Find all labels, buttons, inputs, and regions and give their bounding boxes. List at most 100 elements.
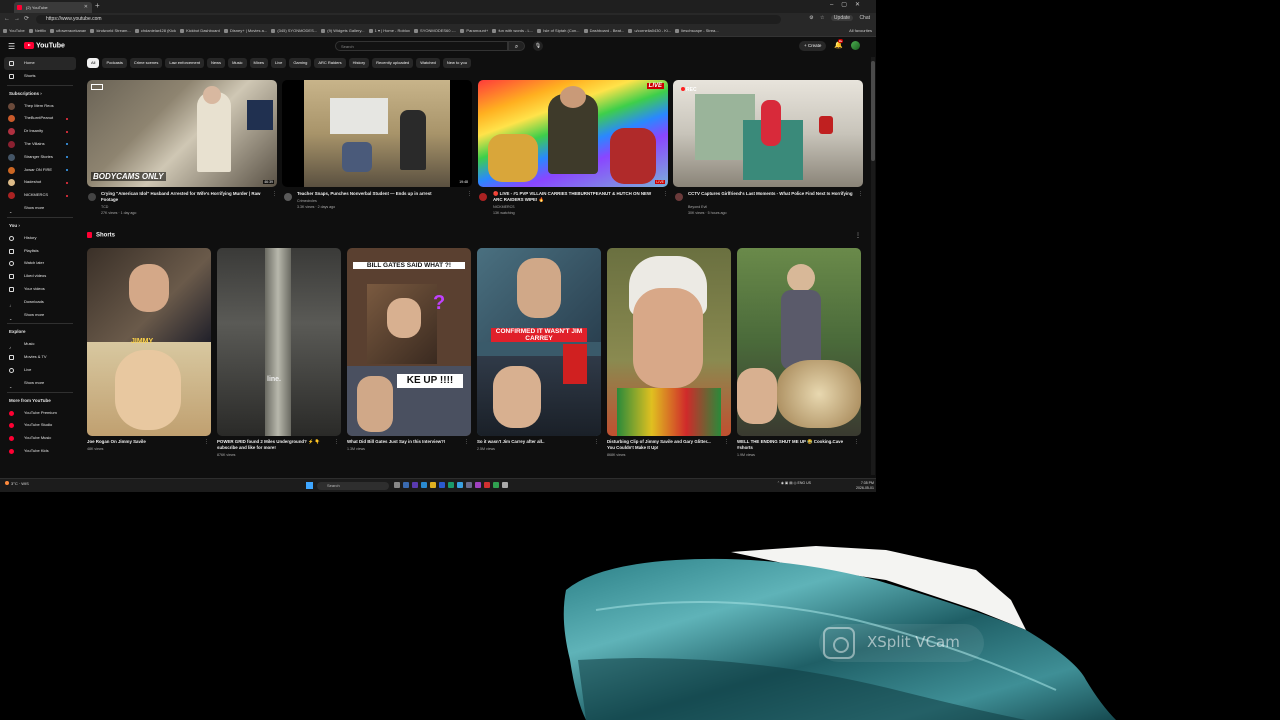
bookmark[interactable]: YouTube xyxy=(3,26,25,36)
sidebar-item-movies[interactable]: Movies & TV xyxy=(4,351,76,364)
sidebar-channel[interactable]: The Villains xyxy=(4,138,76,151)
sidebar-channel[interactable]: Dr Insanity xyxy=(4,125,76,138)
video-thumbnail[interactable]: 19:48 xyxy=(282,80,472,187)
bookmark[interactable]: Isle of Siptah (Con... xyxy=(537,26,580,36)
chip[interactable]: Recently uploaded xyxy=(372,58,414,68)
more-options-icon[interactable]: ⋮ xyxy=(464,439,469,445)
notifications-bell-icon[interactable]: 🔔 9+ xyxy=(834,39,844,49)
channel-avatar[interactable] xyxy=(284,193,292,201)
sidebar-item-watch-later[interactable]: Watch later xyxy=(4,257,76,270)
more-options-icon[interactable]: ⋮ xyxy=(594,439,599,445)
chip[interactable]: Gaming xyxy=(289,58,312,68)
sidebar-channel[interactable]: Thep Mem Reos xyxy=(4,100,76,113)
chip[interactable]: Law enforcement xyxy=(165,58,205,68)
chip[interactable]: History xyxy=(348,58,370,68)
bookmark[interactable]: Netflix xyxy=(28,26,46,36)
sidebar-item-live[interactable]: Live xyxy=(4,364,76,377)
clock[interactable]: 7:35 PM 2026-05-01 xyxy=(856,481,874,491)
you-heading[interactable]: You › xyxy=(4,220,76,232)
chip[interactable]: New to you xyxy=(442,58,471,68)
chat-button[interactable]: Chat xyxy=(859,15,870,21)
short-title[interactable]: Disturbing Clip of Jimmy Savile and Gary… xyxy=(607,439,719,451)
chip[interactable]: Music xyxy=(228,58,247,68)
edge-browser-icon[interactable] xyxy=(448,482,454,488)
sidebar-channel[interactable]: Jowar ON FIRE xyxy=(4,164,76,177)
sidebar-item-studio[interactable]: YouTube Studio xyxy=(4,419,76,432)
sidebar-item-downloads[interactable]: ↓ Downloads xyxy=(4,296,76,309)
browser-tab[interactable]: (2) YouTube ✕ xyxy=(14,2,92,13)
video-thumbnail[interactable]: LIVE LIVE xyxy=(478,80,668,187)
video-title[interactable]: Crying "American Idol" Husband Arrested … xyxy=(101,191,271,203)
sidebar-item-shorts[interactable]: Shorts xyxy=(4,70,76,83)
language-indicator[interactable]: ENG US xyxy=(798,481,811,485)
more-options-icon[interactable]: ⋮ xyxy=(272,191,277,197)
sidebar-item-home[interactable]: Home xyxy=(4,57,76,70)
bookmark[interactable]: ufloweracekanan xyxy=(50,26,86,36)
search-icon[interactable]: ⌕ xyxy=(508,41,525,51)
favorites-icon[interactable]: ☆ xyxy=(820,15,824,21)
chip[interactable]: Live xyxy=(270,58,287,68)
bookmark[interactable]: SYONMODES60 -... xyxy=(414,26,456,36)
avatar[interactable] xyxy=(851,41,860,50)
bookmark[interactable]: 1 ▾ | Home - Roblox xyxy=(368,26,410,36)
video-channel[interactable]: Beyond Evil xyxy=(688,205,707,210)
more-options-icon[interactable]: ⋮ xyxy=(334,439,339,445)
sidebar-item-playlists[interactable]: Playlists xyxy=(4,245,76,258)
sidebar-item-music[interactable]: ♪ Music xyxy=(4,338,76,351)
sidebar-item-history[interactable]: History xyxy=(4,232,76,245)
short-thumbnail[interactable]: line. xyxy=(217,248,341,436)
short-title[interactable]: What Did Bill Gates Just Say in this Int… xyxy=(347,439,459,445)
window-controls[interactable]: –▢✕ xyxy=(830,1,868,8)
file-explorer-icon[interactable] xyxy=(430,482,436,488)
chip[interactable]: Podcasts xyxy=(102,58,127,68)
bookmark[interactable]: Paramount+ xyxy=(460,26,488,36)
chip[interactable]: Mixes xyxy=(249,58,268,68)
more-options-icon[interactable]: ⋮ xyxy=(467,191,472,197)
taskbar-search[interactable]: Search xyxy=(317,482,389,490)
address-bar[interactable]: https://www.youtube.com xyxy=(36,15,781,24)
video-channel[interactable]: NICKMERCS xyxy=(493,205,515,210)
app-icon[interactable] xyxy=(439,482,445,488)
video-channel[interactable]: TCD xyxy=(101,205,108,210)
short-thumbnail[interactable] xyxy=(607,248,731,436)
short-title[interactable]: POWER GRID found 2 Miles Underground? ⚡ … xyxy=(217,439,329,451)
all-favourites[interactable]: All favourites xyxy=(849,26,872,36)
short-title[interactable]: So it wasn't Jim Carrey after all.. xyxy=(477,439,589,445)
windows-start-icon[interactable] xyxy=(306,482,313,489)
extensions-icon[interactable]: ⚙ xyxy=(809,15,813,21)
app-icon[interactable] xyxy=(412,482,418,488)
chip[interactable]: Watched xyxy=(416,58,440,68)
short-title[interactable]: WELL THE ENDING SHUT ME UP 😂 Cooking.Cav… xyxy=(737,439,849,451)
app-icon[interactable] xyxy=(493,482,499,488)
video-title[interactable]: 🔴 LIVE - #1 PVP VILLAIN CARRIES THEBURNT… xyxy=(493,191,658,203)
more-options-icon[interactable]: ⋮ xyxy=(855,232,861,239)
chip[interactable]: ARC Raiders xyxy=(314,58,346,68)
bookmark[interactable]: Kickbot Dashboard xyxy=(180,26,220,36)
system-tray[interactable]: ⌃ ◉ ▣ ▤ ◎ ENG US xyxy=(777,481,811,486)
video-channel[interactable]: Crimecircles xyxy=(297,199,317,204)
sidebar-channel[interactable]: TheBurntPeanut xyxy=(4,112,76,125)
youtube-logo[interactable]: YouTube xyxy=(24,42,65,49)
create-button[interactable]: + Create xyxy=(799,41,827,51)
sidebar-show-more[interactable]: ⌄ Show more xyxy=(4,309,76,322)
more-options-icon[interactable]: ⋮ xyxy=(724,439,729,445)
app-icon[interactable] xyxy=(475,482,481,488)
weather-widget[interactable]: 3°C · WIS xyxy=(5,481,29,486)
sidebar-channel[interactable]: Nadeshot xyxy=(4,176,76,189)
scrollbar[interactable] xyxy=(871,57,875,475)
channel-avatar[interactable] xyxy=(479,193,487,201)
sidebar-item-liked-videos[interactable]: Liked videos xyxy=(4,270,76,283)
app-icon[interactable] xyxy=(484,482,490,488)
app-icon[interactable] xyxy=(457,482,463,488)
sidebar-item-kids[interactable]: YouTube Kids xyxy=(4,445,76,458)
short-title[interactable]: Joe Rogan On Jimmy Savile xyxy=(87,439,199,445)
bookmark[interactable]: (9) Widgets Gallery... xyxy=(321,26,365,36)
short-thumbnail[interactable]: BILL GATES SAID WHAT ?! ? KE UP !!!! xyxy=(347,248,471,436)
chip[interactable]: Crime scenes xyxy=(129,58,163,68)
chip[interactable]: News xyxy=(207,58,226,68)
tray-icons[interactable]: ⌃ ◉ ▣ ▤ ◎ xyxy=(777,481,798,485)
app-icon[interactable] xyxy=(403,482,409,488)
scrollbar-thumb[interactable] xyxy=(871,61,875,161)
more-options-icon[interactable]: ⋮ xyxy=(854,439,859,445)
video-title[interactable]: Teacher Snaps, Punches Nonverbal Student… xyxy=(297,191,462,197)
